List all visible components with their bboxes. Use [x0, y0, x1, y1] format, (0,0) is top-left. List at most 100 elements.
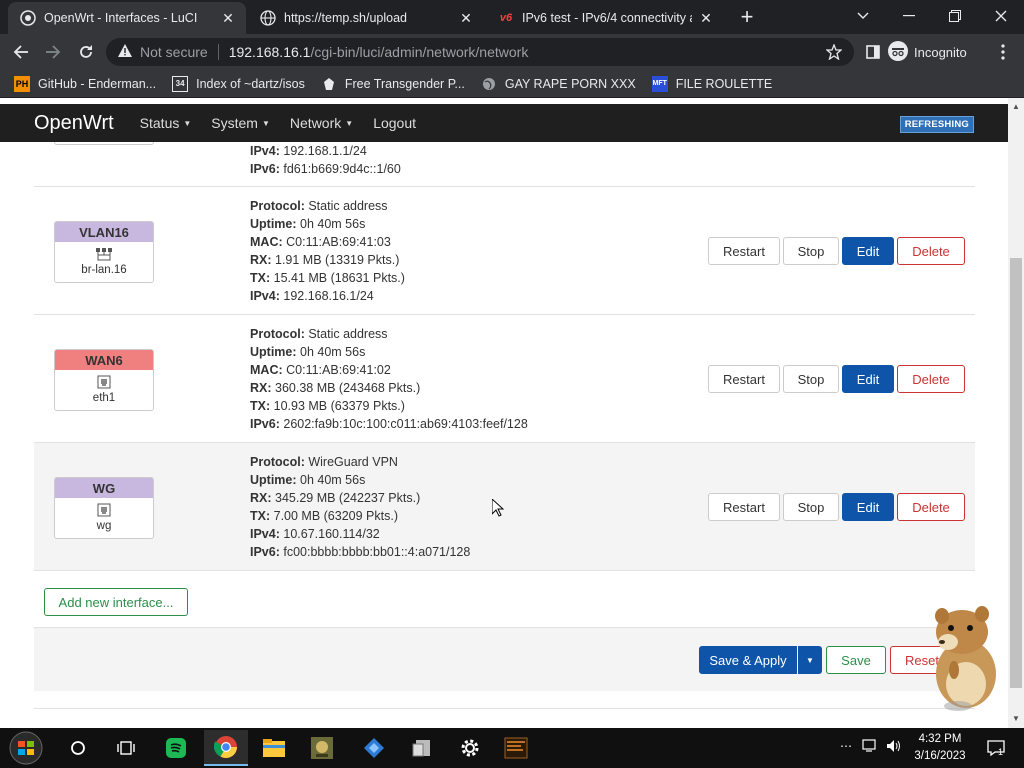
- bookmark-xxx[interactable]: GAY RAPE PORN XXX: [481, 76, 636, 92]
- new-tab-button[interactable]: +: [734, 4, 760, 30]
- task-view-icon[interactable]: [104, 730, 148, 766]
- warning-icon[interactable]: [118, 44, 132, 60]
- tab-openwrt-interfaces[interactable]: OpenWrt - Interfaces - LuCI ✕: [8, 2, 246, 34]
- windows-taskbar: ⋯ 4:32 PM 3/16/2023 1: [0, 728, 1024, 768]
- scroll-up-icon[interactable]: ▲: [1012, 102, 1020, 111]
- close-window-icon[interactable]: [978, 0, 1024, 32]
- side-panel-icon[interactable]: [860, 39, 886, 65]
- device-name: wg: [96, 520, 112, 532]
- globe-icon: [260, 10, 276, 26]
- edit-button[interactable]: Edit: [842, 493, 894, 521]
- chrome-menu-icon[interactable]: [990, 39, 1016, 65]
- tab-ipv6-test[interactable]: v6 IPv6 test - IPv6/4 connectivity an ✕: [486, 2, 724, 34]
- bookmark-star-icon[interactable]: [825, 43, 843, 63]
- info-line: Protocol: WireGuard VPN: [250, 455, 398, 469]
- menu-system[interactable]: System ▼: [211, 115, 270, 131]
- edit-button[interactable]: Edit: [842, 365, 894, 393]
- notification-center-icon[interactable]: 1: [976, 730, 1016, 766]
- interface-badge[interactable]: VLAN16 br-lan.16: [54, 221, 154, 283]
- interface-badge[interactable]: WAN6 eth1: [54, 349, 154, 411]
- start-button[interactable]: [4, 730, 48, 766]
- chrome-globe-icon: [20, 10, 36, 26]
- stop-button[interactable]: Stop: [783, 365, 839, 393]
- app-game-icon[interactable]: [300, 730, 344, 766]
- bookmark-favicon-icon: [321, 76, 337, 92]
- network-icon[interactable]: [862, 739, 878, 756]
- settings-gear-icon[interactable]: [448, 730, 492, 766]
- info-line: IPv6: fc00:bbbb:bbbb:bb01::4:a071/128: [250, 545, 471, 559]
- incognito-icon: [888, 40, 908, 64]
- scrollbar-thumb[interactable]: [1010, 258, 1022, 688]
- bookmark-github[interactable]: PH GitHub - Enderman...: [14, 75, 157, 92]
- menu-status[interactable]: Status ▼: [140, 115, 192, 131]
- delete-button[interactable]: Delete: [897, 365, 965, 393]
- info-line: RX: 360.38 MB (243468 Pkts.): [250, 381, 421, 395]
- interface-row-wg: WG wg Protocol: WireGuard VPN Uptime: 0h…: [34, 443, 975, 571]
- tab-search-icon[interactable]: [840, 0, 886, 32]
- app-blue-icon[interactable]: [352, 730, 396, 766]
- show-hidden-icons-icon[interactable]: ⋯: [840, 739, 852, 753]
- save-button[interactable]: Save: [826, 646, 886, 674]
- url-host: 192.168.16.1: [228, 44, 311, 60]
- file-explorer-icon[interactable]: [252, 730, 296, 766]
- system-clock[interactable]: 4:32 PM 3/16/2023: [908, 731, 972, 765]
- index-icon: 34: [172, 75, 189, 92]
- bookmark-label: GitHub - Enderman...: [38, 76, 157, 91]
- stop-button[interactable]: Stop: [783, 237, 839, 265]
- minimize-icon[interactable]: [886, 0, 932, 32]
- info-line: MAC: C0:11:AB:69:41:03: [250, 235, 391, 249]
- menu-label: Network: [289, 115, 342, 131]
- volume-icon[interactable]: [886, 739, 902, 756]
- chrome-icon[interactable]: [204, 730, 248, 766]
- app-server-icon[interactable]: [400, 730, 444, 766]
- hamster-mascot-image: [935, 606, 996, 711]
- address-bar[interactable]: Not secure 192.168.16.1/cgi-bin/luci/adm…: [106, 38, 854, 66]
- app-terminal-icon[interactable]: [494, 730, 538, 766]
- search-icon[interactable]: [56, 730, 100, 766]
- mouse-cursor-icon: [492, 499, 504, 517]
- reload-icon[interactable]: [73, 39, 99, 65]
- app-green-icon[interactable]: [154, 730, 198, 766]
- info-line: Protocol: Static address: [250, 199, 388, 213]
- bookmark-free-transgender[interactable]: Free Transgender P...: [321, 76, 465, 92]
- close-tab-icon[interactable]: ✕: [698, 10, 714, 26]
- info-line: Uptime: 0h 40m 56s: [250, 473, 366, 487]
- info-line: Uptime: 0h 40m 56s: [250, 217, 366, 231]
- page-viewport: OpenWrt Status ▼ System ▼ Network ▼ Logout …: [0, 98, 1008, 728]
- forward-icon[interactable]: [40, 39, 66, 65]
- edit-button[interactable]: Edit: [842, 237, 894, 265]
- tab-temp-sh-upload[interactable]: https://temp.sh/upload ✕: [248, 2, 484, 34]
- security-status[interactable]: Not secure: [140, 44, 208, 60]
- restart-button[interactable]: Restart: [708, 493, 780, 521]
- delete-button[interactable]: Delete: [897, 237, 965, 265]
- menu-logout[interactable]: Logout: [373, 115, 416, 131]
- delete-button[interactable]: Delete: [897, 493, 965, 521]
- info-line: RX: 1.91 MB (13319 Pkts.): [250, 253, 400, 267]
- add-interface-button[interactable]: Add new interface...: [44, 588, 188, 616]
- scroll-down-icon[interactable]: ▼: [1012, 714, 1020, 723]
- bookmark-file-roulette[interactable]: MFT FILE ROULETTE: [651, 75, 772, 92]
- refreshing-badge[interactable]: REFRESHING: [899, 116, 974, 133]
- incognito-indicator[interactable]: Incognito: [888, 39, 967, 65]
- incognito-label: Incognito: [914, 44, 967, 60]
- restart-button[interactable]: Restart: [708, 237, 780, 265]
- page-scrollbar[interactable]: ▲ ▼: [1008, 98, 1024, 728]
- menu-network[interactable]: Network ▼: [290, 115, 353, 131]
- close-tab-icon[interactable]: ✕: [458, 10, 474, 26]
- interface-info: Protocol: Static address Uptime: 0h 40m …: [250, 325, 528, 433]
- stop-button[interactable]: Stop: [783, 493, 839, 521]
- brand-logo[interactable]: OpenWrt: [34, 112, 114, 135]
- restore-icon[interactable]: [932, 0, 978, 32]
- bookmark-label: GAY RAPE PORN XXX: [504, 76, 636, 91]
- info-line: MAC: C0:11:AB:69:41:02: [250, 363, 391, 377]
- back-icon[interactable]: [8, 39, 34, 65]
- interface-actions: Restart Stop Edit Delete: [708, 237, 968, 265]
- info-line: TX: 15.41 MB (18631 Pkts.): [250, 271, 405, 285]
- restart-button[interactable]: Restart: [708, 365, 780, 393]
- save-apply-button[interactable]: Save & Apply: [699, 646, 797, 674]
- caret-down-icon: ▼: [261, 118, 270, 128]
- bookmark-index-isos[interactable]: 34 Index of ~dartz/isos: [172, 75, 305, 92]
- interface-badge[interactable]: WG wg: [54, 477, 154, 539]
- save-apply-dropdown-icon[interactable]: ▼: [798, 646, 822, 674]
- close-tab-icon[interactable]: ✕: [220, 10, 236, 26]
